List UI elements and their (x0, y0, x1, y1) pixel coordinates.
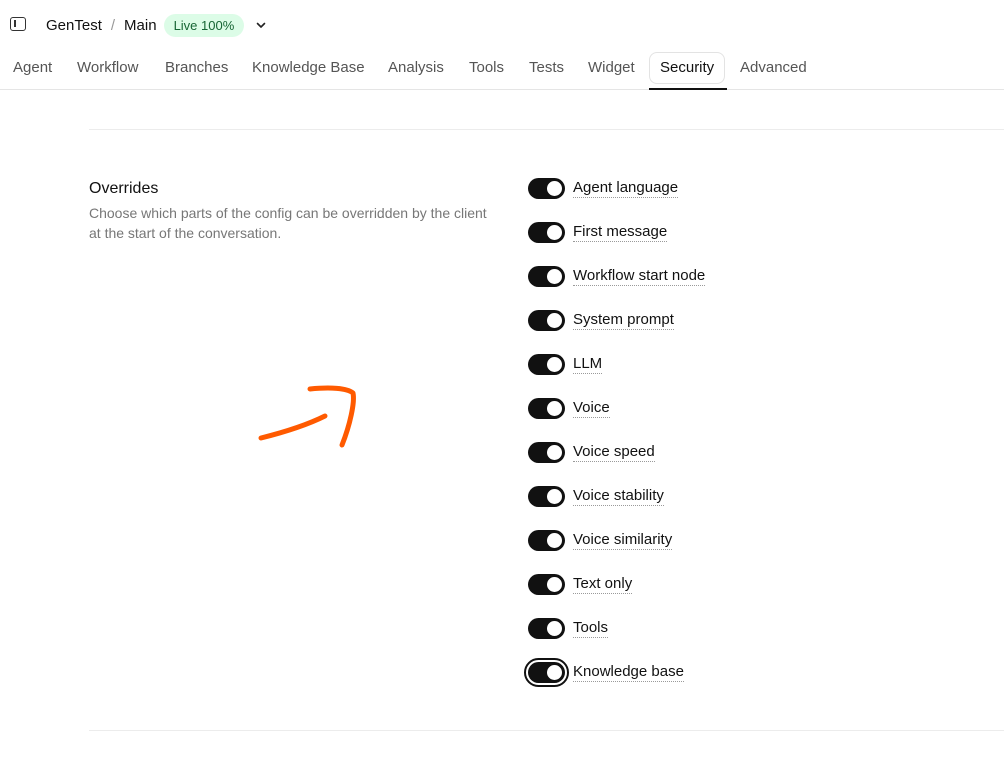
branch-name[interactable]: Main (124, 17, 157, 34)
tab-bar: Agent Workflow Branches Knowledge Base A… (0, 50, 1004, 90)
toggle-switch[interactable] (528, 485, 565, 507)
toggle-switch[interactable] (528, 617, 565, 639)
section-divider (89, 129, 1004, 130)
tab-knowledge-base[interactable]: Knowledge Base (252, 52, 365, 84)
tab-security[interactable]: Security (649, 52, 726, 84)
toggle-label: Agent language (573, 178, 679, 198)
top-bar: GenTest / Main Live 100% (0, 0, 1004, 48)
toggle-label: Tools (573, 618, 609, 638)
project-name[interactable]: GenTest (46, 17, 102, 34)
toggle-label: Voice stability (573, 486, 664, 506)
override-llm[interactable]: LLM (528, 352, 603, 376)
override-agent-language[interactable]: Agent language (528, 176, 679, 200)
toggle-switch[interactable] (528, 573, 565, 595)
tab-agent[interactable]: Agent (13, 52, 52, 84)
tab-workflow[interactable]: Workflow (77, 52, 138, 84)
toggle-label: Text only (573, 574, 633, 594)
overrides-description: Choose which parts of the config can be … (89, 205, 487, 241)
tab-tests[interactable]: Tests (529, 52, 564, 84)
toggle-label: Voice similarity (573, 530, 673, 550)
section-divider (89, 730, 1004, 731)
toggle-label: Knowledge base (573, 662, 684, 682)
override-voice[interactable]: Voice (528, 396, 610, 420)
override-voice-stability[interactable]: Voice stability (528, 484, 664, 508)
overrides-title: Overrides (89, 180, 159, 197)
toggle-label: System prompt (573, 310, 674, 330)
annotation-arrow-icon (258, 385, 356, 448)
chevron-down-icon[interactable] (254, 18, 268, 32)
toggle-switch[interactable] (524, 657, 569, 687)
sidebar-toggle-icon[interactable] (10, 17, 26, 31)
override-knowledge-base[interactable]: Knowledge base (524, 657, 684, 687)
breadcrumb: GenTest / Main Live 100% (46, 13, 268, 37)
override-first-message[interactable]: First message (528, 220, 668, 244)
override-workflow-start-node[interactable]: Workflow start node (528, 264, 706, 288)
toggle-switch[interactable] (528, 177, 565, 199)
override-voice-speed[interactable]: Voice speed (528, 440, 655, 464)
page: GenTest / Main Live 100% Agent Workflow … (0, 0, 1004, 763)
active-tab-indicator (649, 88, 727, 90)
tab-advanced[interactable]: Advanced (740, 52, 807, 84)
breadcrumb-separator: / (110, 16, 116, 34)
toggle-switch[interactable] (528, 265, 565, 287)
toggle-switch[interactable] (528, 221, 565, 243)
tab-analysis[interactable]: Analysis (388, 52, 444, 84)
tab-widget[interactable]: Widget (588, 52, 635, 84)
toggle-label: Voice (573, 398, 610, 418)
toggle-switch[interactable] (528, 441, 565, 463)
toggle-label: First message (573, 222, 668, 242)
override-voice-similarity[interactable]: Voice similarity (528, 528, 673, 552)
override-tools[interactable]: Tools (528, 616, 609, 640)
toggle-switch[interactable] (528, 353, 565, 375)
tab-tools[interactable]: Tools (469, 52, 504, 84)
override-system-prompt[interactable]: System prompt (528, 308, 674, 332)
toggle-switch[interactable] (528, 397, 565, 419)
toggle-label: Workflow start node (573, 266, 706, 286)
status-badge: Live 100% (163, 13, 245, 37)
toggle-switch[interactable] (528, 309, 565, 331)
tab-branches[interactable]: Branches (165, 52, 228, 84)
toggle-label: Voice speed (573, 442, 655, 462)
toggle-switch[interactable] (528, 529, 565, 551)
override-text-only[interactable]: Text only (528, 572, 633, 596)
toggle-label: LLM (573, 354, 603, 374)
